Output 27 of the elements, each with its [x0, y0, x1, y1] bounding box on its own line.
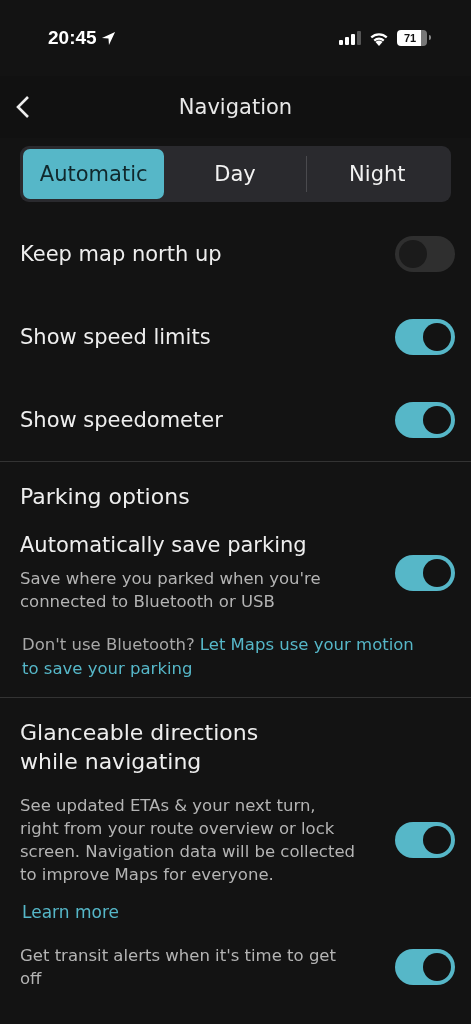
setting-description: Get transit alerts when it's time to get off [20, 945, 337, 990]
segment-tab[interactable]: Automatic [23, 149, 165, 199]
section-heading: Glanceable directions while navigating [19, 719, 260, 776]
motion-link[interactable]: to save your parking [22, 657, 193, 681]
toggle-switch[interactable] [395, 318, 455, 355]
segment-tab[interactable]: Night [306, 149, 448, 199]
signal-icon [339, 31, 361, 45]
wifi-icon [369, 30, 389, 46]
toggle-switch[interactable] [395, 235, 455, 272]
setting-label: Show speedometer [20, 407, 223, 432]
status-time: 20:45 [48, 27, 97, 49]
setting-label: Keep map north up [20, 241, 222, 266]
learn-more-link[interactable]: Learn more [22, 902, 119, 922]
setting-label: Automatically save parking [20, 533, 308, 557]
setting-description: See updated ETAs & your next turn, right from your route overview or lock screen. Navigation data will be collected to improve Maps for everyone. [20, 795, 356, 886]
toggle-switch[interactable] [395, 555, 455, 591]
toggle-switch[interactable] [395, 401, 455, 438]
setting-label: Show speed limits [20, 324, 211, 349]
location-arrow-icon [100, 30, 116, 46]
setting-description: Save where you parked when you're connected to Bluetooth or USB [20, 568, 322, 613]
page-title: Navigation [178, 95, 293, 119]
toggle-switch[interactable] [395, 822, 455, 858]
info-note: Don't use Bluetooth? [22, 634, 195, 656]
segment-tab[interactable]: Day [164, 149, 306, 199]
motion-link[interactable]: Let Maps use your motion [199, 633, 414, 657]
toggle-switch[interactable] [395, 949, 455, 985]
section-heading: Parking options [19, 483, 191, 511]
